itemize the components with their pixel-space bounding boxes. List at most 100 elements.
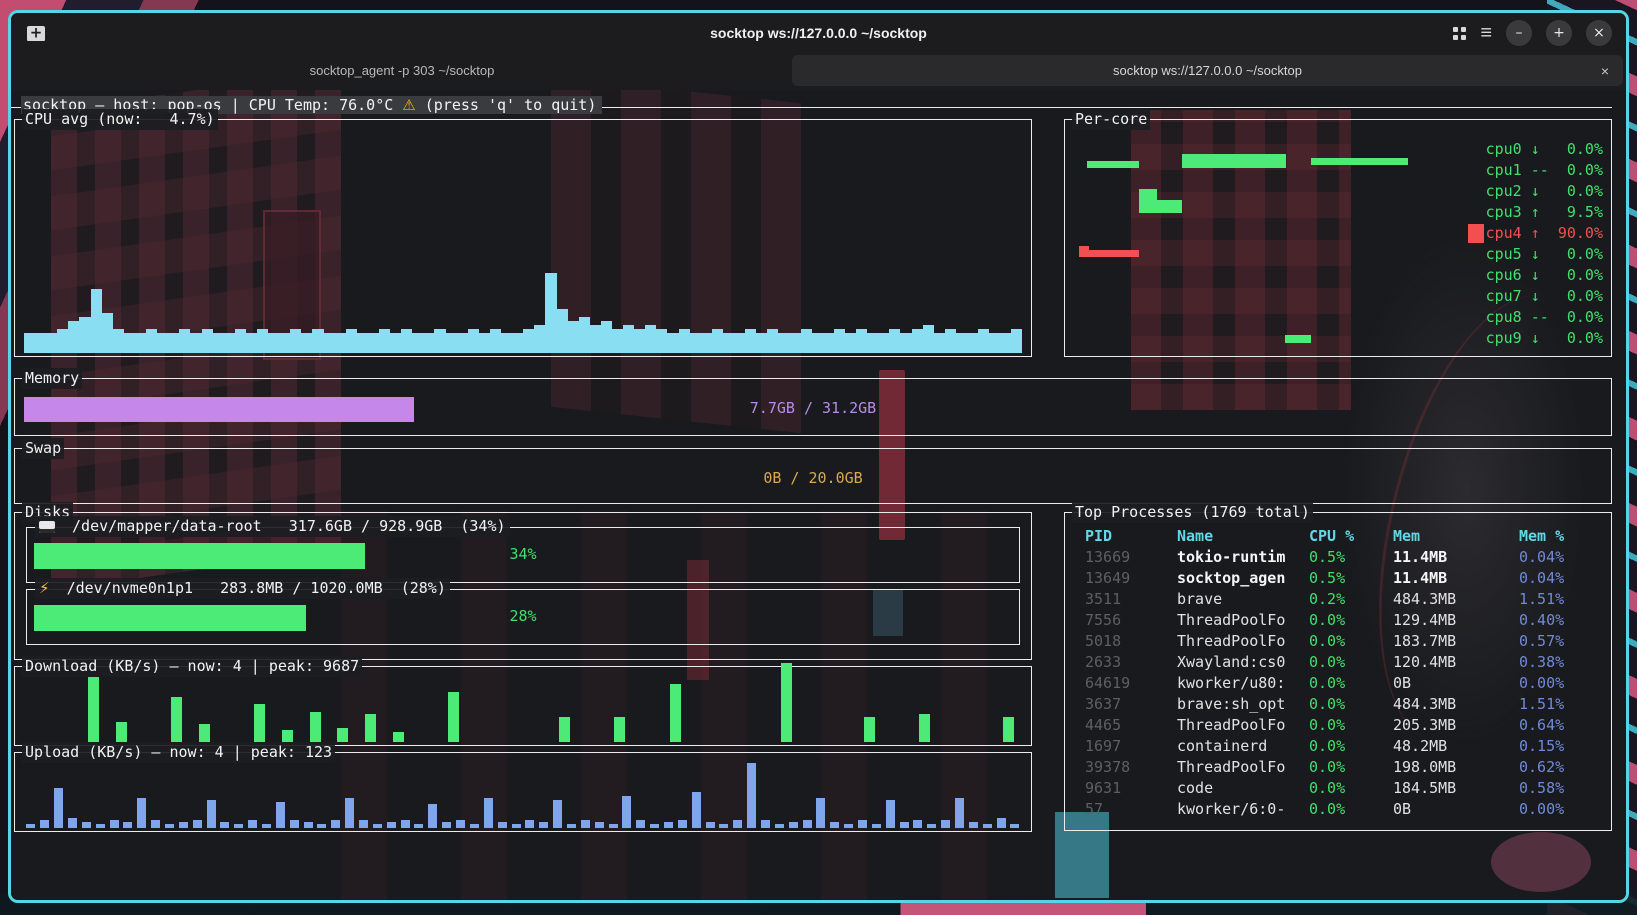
chart-bar: [614, 717, 625, 742]
core-row-cpu3: cpu3 ↑ 9.5%: [1486, 202, 1603, 223]
tab-right-label: socktop ws://127.0.0.0 ~/socktop: [1113, 63, 1302, 78]
chart-bar: [856, 329, 867, 353]
chart-bar: [193, 820, 202, 828]
minimize-button[interactable]: –: [1506, 20, 1532, 46]
chart-bar: [124, 333, 135, 353]
chart-bar: [224, 333, 235, 353]
chart-bar: [412, 333, 423, 353]
chart-bar: [923, 325, 934, 353]
chart-bar: [756, 333, 767, 353]
chart-bar: [701, 333, 712, 353]
chart-bar: [157, 333, 168, 353]
chart-bar: [983, 824, 992, 828]
chart-bar: [135, 333, 146, 353]
process-row: 57kworker/6:0-0.0%0B0.00%: [1085, 799, 1607, 820]
memory-panel: Memory 7.7GB / 31.2GB: [14, 378, 1612, 436]
new-tab-icon[interactable]: [27, 26, 45, 41]
chart-bar: [331, 820, 340, 828]
layout-grid-icon[interactable]: [1453, 27, 1466, 40]
chart-bar: [165, 824, 174, 828]
process-row: 7556ThreadPoolFo0.0%129.4MB0.40%: [1085, 610, 1607, 631]
chart-bar: [179, 822, 188, 828]
tab-socktop-agent[interactable]: socktop_agent -p 303 ~/socktop: [14, 55, 790, 86]
chart-bar: [317, 824, 326, 828]
chart-bar: [1010, 824, 1019, 828]
per-core-panel: Per-core cpu0 ↓ 0.0%cpu1 -- 0.0%cpu2 ↓ 0…: [1064, 119, 1612, 357]
process-row: 13649socktop_agen0.5%11.4MB0.04%: [1085, 568, 1607, 589]
chart-bar: [501, 333, 512, 353]
top-processes-panel: Top Processes (1769 total) PIDNameCPU %M…: [1064, 512, 1612, 831]
core-row-cpu5: cpu5 ↓ 0.0%: [1486, 244, 1603, 265]
chart-bar: [268, 333, 279, 353]
titlebar[interactable]: socktop ws://127.0.0.0 ~/socktop ≡ – + ×: [11, 13, 1626, 53]
close-button[interactable]: ×: [1586, 20, 1612, 46]
chart-bar: [886, 800, 895, 828]
core-row-cpu1: cpu1 -- 0.0%: [1486, 160, 1603, 181]
chart-bar: [151, 820, 160, 828]
chart-bar: [40, 820, 49, 828]
core-sparkline-segment: [1087, 161, 1139, 168]
chart-bar: [179, 329, 190, 353]
chart-bar: [767, 329, 778, 353]
terminal-content[interactable]: socktop — host: pop-os | CPU Temp: 76.0°…: [11, 90, 1626, 900]
chart-bar: [390, 333, 401, 353]
chart-bar: [373, 824, 382, 828]
download-chart: [24, 689, 1022, 742]
chart-bar: [423, 333, 434, 353]
chart-bar: [290, 329, 301, 353]
chart-bar: [719, 824, 728, 828]
process-table-header: PIDNameCPU %MemMem %: [1085, 526, 1607, 547]
chart-bar: [324, 333, 335, 353]
core-row-cpu2: cpu2 ↓ 0.0%: [1486, 181, 1603, 202]
chart-bar: [512, 824, 521, 828]
chart-bar: [781, 663, 792, 742]
chart-bar: [199, 724, 210, 742]
chart-bar: [113, 329, 124, 353]
process-row: 13669tokio-runtim0.5%11.4MB0.04%: [1085, 547, 1607, 568]
chart-bar: [335, 333, 346, 353]
core-row-cpu0: cpu0 ↓ 0.0%: [1486, 139, 1603, 160]
chart-bar: [171, 697, 182, 742]
chart-bar: [448, 692, 459, 742]
chart-bar: [816, 798, 825, 828]
chart-bar: [636, 820, 645, 828]
chart-bar: [24, 333, 35, 353]
maximize-button[interactable]: +: [1546, 20, 1572, 46]
tab-socktop-active[interactable]: socktop ws://127.0.0.0 ~/socktop ×: [792, 55, 1623, 86]
process-row: 5018ThreadPoolFo0.0%183.7MB0.57%: [1085, 631, 1607, 652]
chart-bar: [525, 820, 534, 828]
chart-bar: [670, 684, 681, 742]
chart-bar: [900, 822, 909, 828]
tab-close-icon[interactable]: ×: [1601, 63, 1609, 79]
chart-bar: [468, 329, 479, 353]
chart-bar: [723, 333, 734, 353]
chart-bar: [623, 325, 634, 353]
chart-bar: [457, 333, 468, 353]
disk-nvme: ⚡ /dev/nvme0n1p1 283.8MB / 1020.0MB (28%…: [26, 589, 1020, 645]
chart-bar: [479, 333, 490, 353]
cpu-avg-title: CPU avg (now: 4.7%): [22, 109, 218, 130]
chart-bar: [969, 822, 978, 828]
per-core-rows: cpu0 ↓ 0.0%cpu1 -- 0.0%cpu2 ↓ 0.0%cpu3 ↑…: [1486, 139, 1603, 349]
process-row: 3511brave0.2%484.3MB1.51%: [1085, 589, 1607, 610]
chart-bar: [553, 800, 562, 828]
core-sparkline-segment: [1079, 246, 1089, 257]
hamburger-menu-icon[interactable]: ≡: [1480, 23, 1492, 43]
disk-drive-icon: [39, 521, 55, 533]
core-sparkline-segment: [1139, 189, 1157, 213]
chart-bar: [46, 333, 57, 353]
chart-bar: [234, 824, 243, 828]
chart-bar: [146, 329, 157, 353]
memory-title: Memory: [22, 368, 82, 389]
chart-bar: [310, 712, 321, 742]
chart-bar: [956, 333, 967, 353]
chart-bar: [967, 333, 978, 353]
chart-bar: [539, 822, 548, 828]
chart-bar: [775, 824, 784, 828]
hot-core-marker: [1468, 224, 1484, 243]
chart-bar: [68, 321, 79, 353]
chart-bar: [1011, 329, 1022, 353]
process-row: 9631code0.0%184.5MB0.58%: [1085, 778, 1607, 799]
chart-bar: [246, 333, 257, 353]
chart-bar: [357, 333, 368, 353]
